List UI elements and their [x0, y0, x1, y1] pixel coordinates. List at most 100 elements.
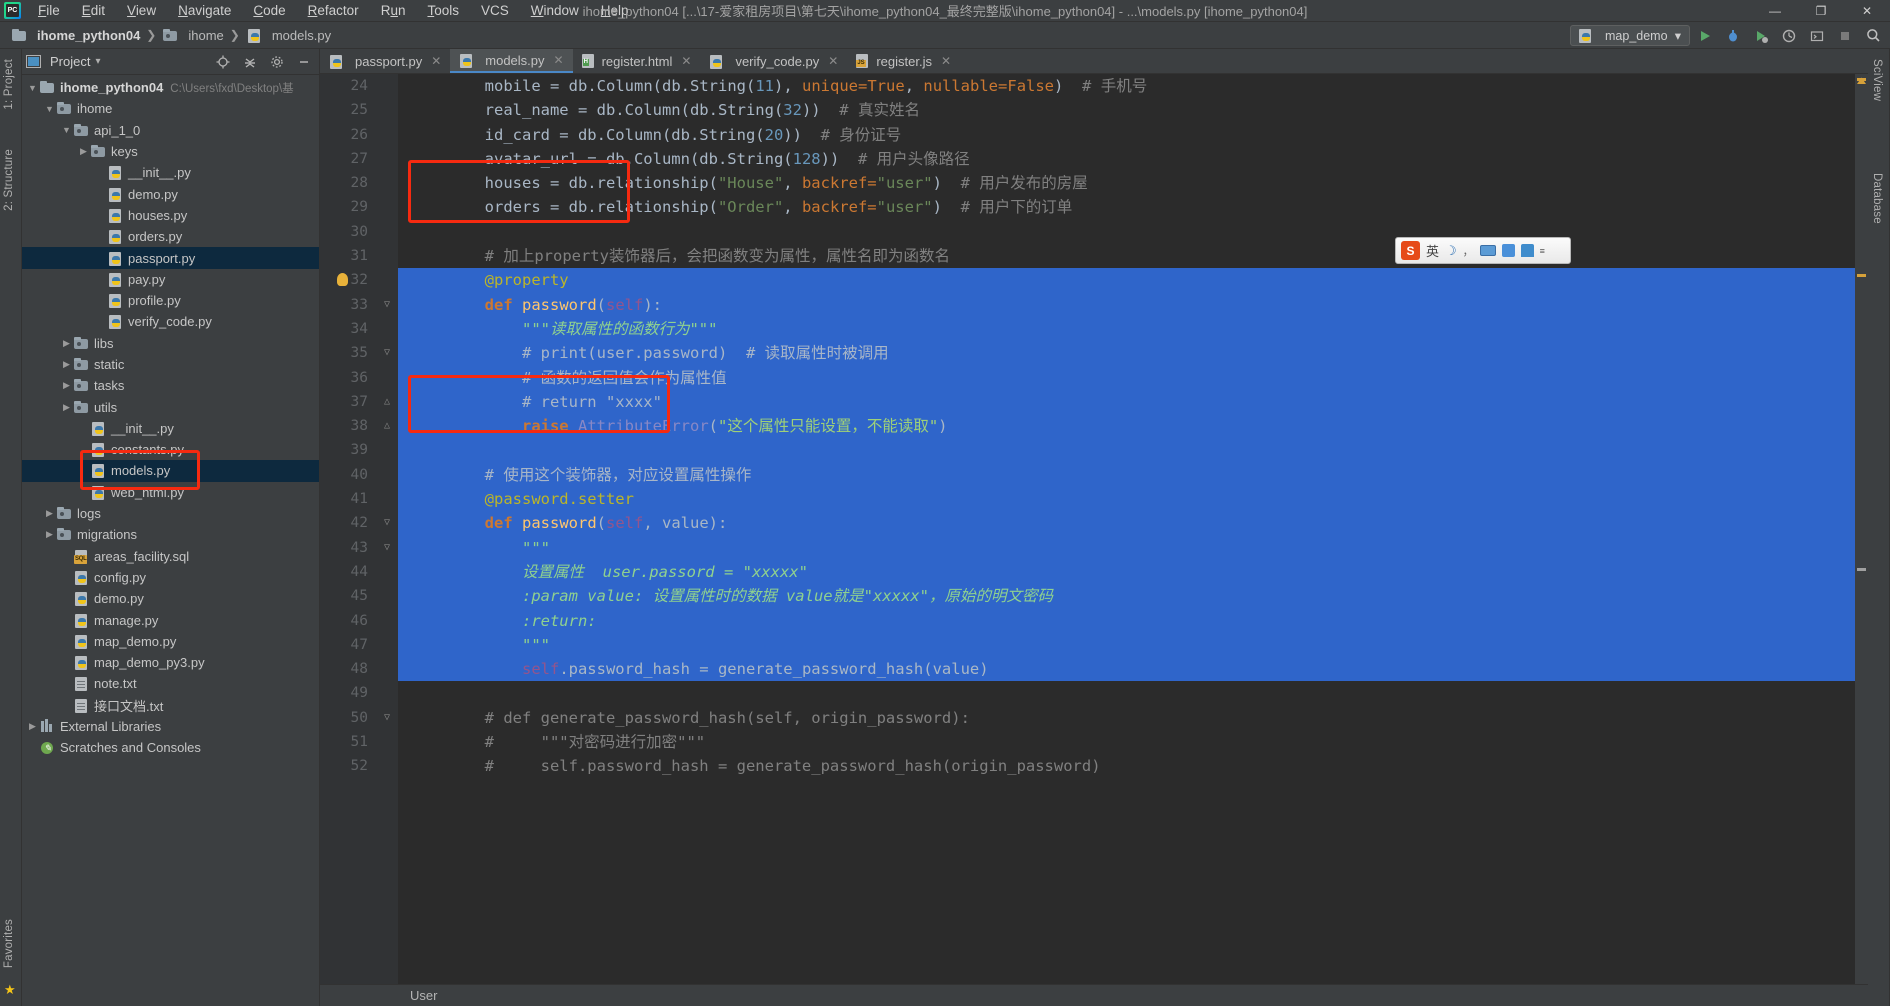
tree-node-ihome_python04[interactable]: ▼ ihome_python04 C:\Users\fxd\Desktop\基: [22, 77, 319, 98]
chevron-right-icon[interactable]: ▶: [77, 146, 90, 157]
fold-toggle-icon[interactable]: △: [378, 390, 390, 414]
menu-item-file[interactable]: File: [27, 0, 71, 22]
tree-node-web_html-py[interactable]: web_html.py: [22, 482, 319, 503]
line-number[interactable]: 37 △: [320, 390, 398, 414]
tree-node-libs[interactable]: ▶ libs: [22, 333, 319, 354]
close-icon[interactable]: ✕: [554, 53, 564, 67]
rail-tab-sciview[interactable]: SciView: [1868, 55, 1886, 105]
menu-item-window[interactable]: Window: [520, 0, 590, 22]
code-line[interactable]: orders = db.relationship("Order", backre…: [398, 195, 1855, 219]
code-line[interactable]: :param value: 设置属性时的数据 value就是"xxxxx"，原始…: [398, 584, 1855, 609]
code-line[interactable]: def password(self, value):: [398, 511, 1855, 536]
line-number[interactable]: 24: [320, 74, 398, 98]
code-line[interactable]: # self.password_hash = generate_password…: [398, 754, 1855, 778]
toolbox-icon[interactable]: [1501, 244, 1515, 257]
project-tree[interactable]: ▼ ihome_python04 C:\Users\fxd\Desktop\基 ▼ ih…: [22, 75, 319, 1006]
search-everywhere-button[interactable]: [1860, 25, 1886, 47]
close-button[interactable]: ✕: [1844, 0, 1890, 22]
run-coverage-button[interactable]: [1748, 25, 1774, 47]
menu-item-help[interactable]: Help: [590, 0, 640, 22]
line-number[interactable]: 34: [320, 317, 398, 341]
code-line[interactable]: [398, 438, 1855, 463]
tree-node-ihome[interactable]: ▼ ihome: [22, 98, 319, 119]
editor-tab-register-js[interactable]: JS register.js ✕: [847, 49, 960, 73]
run-button[interactable]: [1692, 25, 1718, 47]
menu-item-code[interactable]: Code: [242, 0, 296, 22]
menu-item-refactor[interactable]: Refactor: [297, 0, 370, 22]
line-number[interactable]: 40: [320, 463, 398, 487]
editor-tab-register-html[interactable]: Hregister.html ✕: [573, 49, 701, 73]
tree-node-manage-py[interactable]: manage.py: [22, 609, 319, 630]
tree-node-__init__-py[interactable]: __init__.py: [22, 418, 319, 439]
tree-node-demo-py[interactable]: demo.py: [22, 588, 319, 609]
maximize-button[interactable]: ❐: [1798, 0, 1844, 22]
ime-mode-label[interactable]: 英: [1426, 241, 1439, 260]
menu-item-run[interactable]: Run: [370, 0, 417, 22]
tree-node-keys[interactable]: ▶ keys: [22, 141, 319, 162]
line-number[interactable]: 27: [320, 147, 398, 171]
code-line[interactable]: """: [398, 535, 1855, 560]
code-editor[interactable]: 24 25 26 27 28 29 30 31 32 33 ▽ 34 35 ▽ 36 37 △ 38 △ 39 40 41…: [320, 74, 1868, 984]
chevron-down-icon[interactable]: ▼: [43, 104, 56, 114]
chevron-down-icon[interactable]: ▾: [95, 56, 100, 67]
menu-bar[interactable]: File Edit View Navigate Code Refactor Run Tools…: [27, 0, 640, 22]
debug-button[interactable]: [1720, 25, 1746, 47]
tree-node-pay-py[interactable]: pay.py: [22, 269, 319, 290]
breadcrumb-item-project[interactable]: ihome_python04: [8, 28, 143, 43]
punctuation-icon[interactable]: ，: [1463, 243, 1474, 259]
tree-node-logs[interactable]: ▶ logs: [22, 503, 319, 524]
line-number[interactable]: 41: [320, 487, 398, 511]
right-tool-rail[interactable]: SciView Database: [1868, 49, 1890, 1006]
code-line[interactable]: real_name = db.Column(db.String(32)) # 真…: [398, 98, 1855, 122]
chevron-down-icon[interactable]: ▼: [26, 83, 39, 93]
code-line[interactable]: # 使用这个装饰器，对应设置属性操作: [398, 462, 1855, 488]
error-stripe-marker-bar[interactable]: [1855, 74, 1868, 984]
tree-node-map_demo_py3-py[interactable]: map_demo_py3.py: [22, 652, 319, 673]
line-number[interactable]: 32: [320, 268, 398, 292]
tree-node-houses-py[interactable]: houses.py: [22, 205, 319, 226]
tree-node-map_demo-py[interactable]: map_demo.py: [22, 631, 319, 652]
code-line[interactable]: id_card = db.Column(db.String(20)) # 身份证…: [398, 123, 1855, 147]
chevron-right-icon[interactable]: ▶: [60, 402, 73, 413]
navigation-bar[interactable]: ihome_python04 ❯ ihome ❯ models.py map_d…: [0, 22, 1890, 49]
run-with-console-button[interactable]: [1804, 25, 1830, 47]
chevron-down-icon[interactable]: ▼: [60, 125, 73, 135]
code-line[interactable]: houses = db.relationship("House", backre…: [398, 171, 1855, 195]
line-number[interactable]: 52: [320, 754, 398, 778]
code-line[interactable]: avatar_url = db.Column(db.String(128)) #…: [398, 147, 1855, 171]
tree-node-config-py[interactable]: config.py: [22, 567, 319, 588]
tree-node-orders-py[interactable]: orders.py: [22, 226, 319, 247]
moon-icon[interactable]: ☽: [1445, 243, 1457, 259]
tree-node-migrations[interactable]: ▶ migrations: [22, 524, 319, 545]
editor-tab-bar[interactable]: passport.py ✕ models.py ✕ Hregister.html ✕ ver…: [320, 49, 1868, 74]
line-number[interactable]: 51: [320, 730, 398, 754]
rail-tab-structure[interactable]: 2: Structure: [0, 145, 18, 215]
left-tool-rail[interactable]: 1: Project 2: Structure Favorites ★: [0, 49, 22, 1006]
code-line[interactable]: mobile = db.Column(db.String(11), unique…: [398, 74, 1855, 98]
editor-tab-models-py[interactable]: models.py ✕: [450, 49, 573, 73]
fold-toggle-icon[interactable]: ▽: [378, 511, 390, 535]
line-number[interactable]: 47: [320, 633, 398, 657]
code-line[interactable]: [398, 681, 1855, 705]
rail-tab-favorites[interactable]: Favorites: [0, 915, 18, 972]
locate-file-button[interactable]: [212, 51, 234, 73]
line-number[interactable]: 25: [320, 98, 398, 122]
tree-node-scratches-and-consoles[interactable]: ✎ Scratches and Consoles: [22, 737, 319, 758]
fold-toggle-icon[interactable]: △: [378, 414, 390, 438]
minimize-button[interactable]: —: [1752, 0, 1798, 22]
code-line[interactable]: self.password_hash = generate_password_h…: [398, 657, 1855, 682]
close-icon[interactable]: ✕: [941, 54, 951, 68]
tree-node-constants-py[interactable]: constants.py: [22, 439, 319, 460]
tree-node-models-py[interactable]: models.py: [22, 460, 319, 482]
menu-icon[interactable]: ≡: [1540, 246, 1545, 256]
code-line[interactable]: # return "xxxx": [398, 389, 1855, 415]
breadcrumb-item-models[interactable]: models.py: [243, 28, 334, 43]
code-line[interactable]: @password.setter: [398, 487, 1855, 512]
fold-toggle-icon[interactable]: ▽: [378, 536, 390, 560]
line-number[interactable]: 38 △: [320, 414, 398, 438]
code-line[interactable]: """: [398, 632, 1855, 658]
intention-bulb-icon[interactable]: [337, 273, 348, 287]
editor-breadcrumb[interactable]: User: [320, 984, 1868, 1006]
tree-node-verify_code-py[interactable]: verify_code.py: [22, 311, 319, 332]
close-icon[interactable]: ✕: [828, 54, 838, 68]
